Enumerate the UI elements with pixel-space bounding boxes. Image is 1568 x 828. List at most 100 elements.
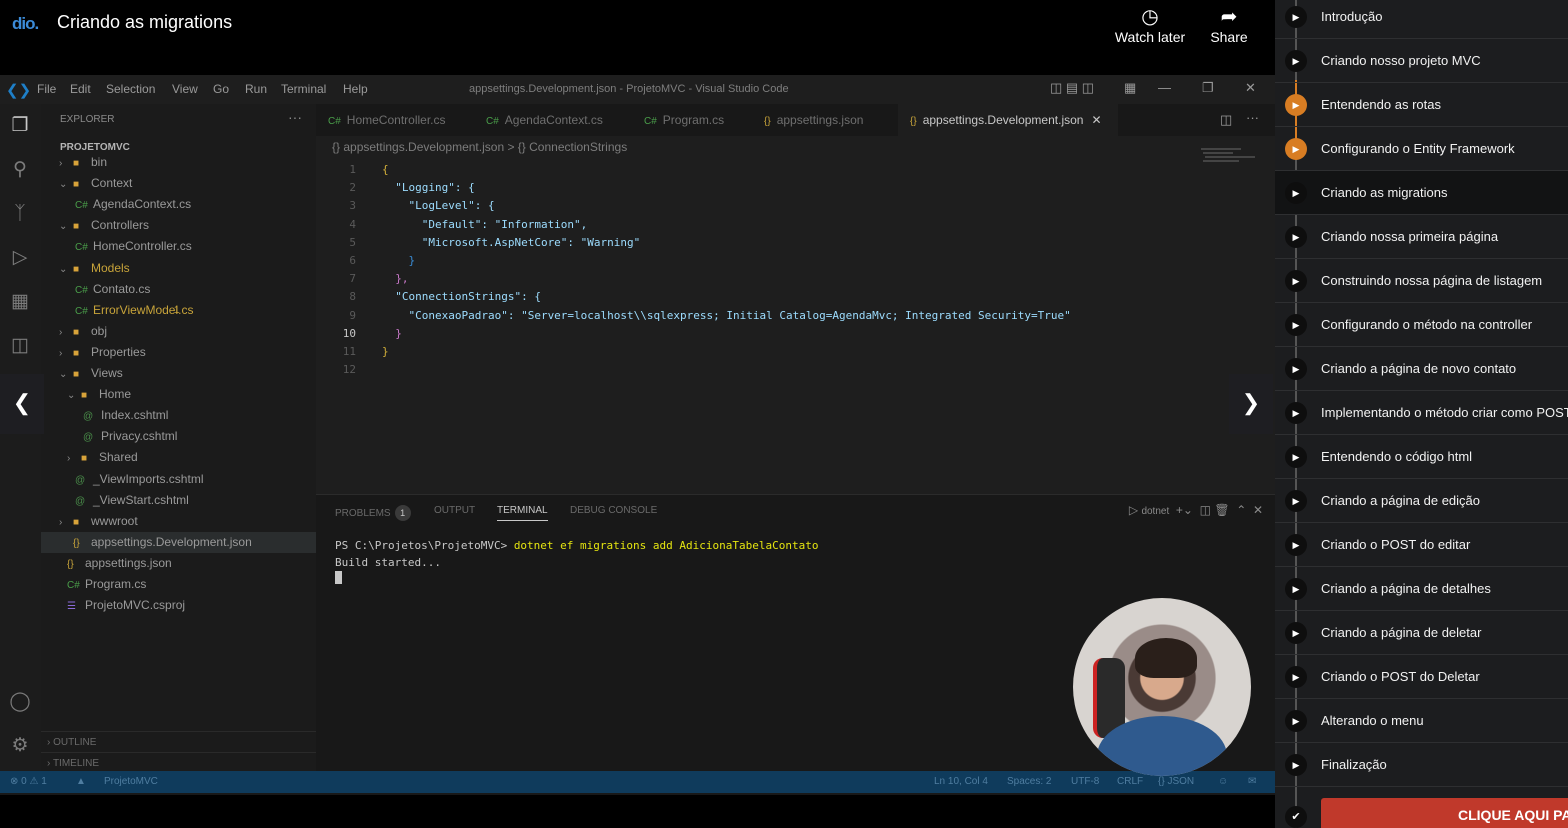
code-text: { — [382, 163, 389, 176]
lesson-item[interactable]: ▶ Entendendo o código html — [1275, 435, 1568, 479]
code-text: } — [382, 326, 402, 340]
tree-item: ⌄ ■ Views — [59, 363, 123, 384]
channel-logo[interactable]: dio. — [12, 14, 39, 34]
code-editor: C# HomeController.cs C# AgendaContext.cs C# P… — [316, 104, 1275, 494]
code-line: 12 — [316, 361, 382, 379]
tree-item-label: AgendaContext.cs — [93, 197, 192, 212]
file-icon: {} — [73, 537, 80, 549]
webcam-overlay — [1073, 598, 1251, 776]
play-icon: ▶ — [1285, 446, 1307, 468]
code-line: 5 "Microsoft.AspNetCore": "Warning" — [316, 234, 640, 252]
activity-bar: ❐ ⚲ ᛉ ▷ ▦ ◫ ◯ ⚙ — [0, 104, 41, 771]
restore-icon: ❐ — [1202, 80, 1214, 95]
lesson-item[interactable]: ▶ Configurando o método na controller — [1275, 303, 1568, 347]
code-text: "Logging": { — [382, 181, 475, 195]
line-number: 6 — [349, 254, 356, 267]
lesson-item[interactable]: ▶ Criando a página de detalhes — [1275, 567, 1568, 611]
folder-icon: ■ — [73, 158, 80, 169]
play-icon: ▶ — [1285, 226, 1307, 248]
lesson-item[interactable]: ▶ Criando o POST do editar — [1275, 523, 1568, 567]
play-icon: ▶ — [1285, 94, 1307, 116]
vscode-logo-icon: ❮❯ — [6, 82, 32, 99]
settings-gear-icon: ⚙ — [11, 735, 29, 756]
chevron-right-icon: › — [59, 347, 63, 359]
tree-item: › ■ Shared — [67, 447, 138, 468]
logo-text: dio. — [12, 14, 39, 33]
lesson-item[interactable]: ▶ Criando a página de novo contato — [1275, 347, 1568, 391]
source-control-icon: ᛉ — [14, 203, 26, 224]
tree-item-label: Program.cs — [85, 577, 147, 591]
lesson-title: Criando a página de deletar — [1321, 625, 1482, 640]
vscode-titlebar: ❮❯ File Edit Selection View Go Run Termi… — [0, 75, 1275, 104]
previous-lesson-button[interactable]: ❮ — [0, 374, 44, 434]
play-icon: ▶ — [1285, 534, 1307, 556]
lesson-item[interactable]: ▶ Criando as migrations — [1275, 171, 1568, 215]
lesson-item[interactable]: ▶ Criando nosso projeto MVC — [1275, 39, 1568, 83]
file-icon: {} — [67, 558, 74, 570]
share-button[interactable]: ➦ Share — [1208, 5, 1250, 45]
play-icon: ▶ — [1285, 666, 1307, 688]
lesson-item[interactable]: ▶ Finalização — [1275, 743, 1568, 787]
menu-file: File — [37, 82, 57, 96]
tree-item-label: Views — [91, 366, 123, 380]
editor-tab-label: appsettings.Development.json — [922, 113, 1084, 127]
lesson-item[interactable]: ▶ Criando a página de deletar — [1275, 611, 1568, 655]
status-eol: CRLF — [1117, 776, 1144, 787]
folder-icon: ■ — [73, 221, 80, 233]
tree-item-label: Properties — [91, 344, 146, 359]
menu-help: Help — [343, 82, 368, 96]
video-title[interactable]: Criando as migrations — [57, 12, 232, 33]
player-page: dio. Criando as migrations ◷ Watch later… — [0, 0, 1568, 828]
webcam-hair — [1135, 638, 1197, 678]
file-icon: {} — [764, 116, 771, 127]
watch-later-button[interactable]: ◷ Watch later — [1114, 5, 1186, 45]
terminal-output: Build started... — [335, 556, 441, 569]
play-icon: ▶ — [1285, 270, 1307, 292]
lesson-item[interactable]: ▶ Configurando o Entity Framework — [1275, 127, 1568, 171]
video-player[interactable]: dio. Criando as migrations ◷ Watch later… — [0, 0, 1275, 828]
share-label: Share — [1210, 29, 1248, 45]
menu-edit: Edit — [70, 82, 91, 96]
menu-run: Run — [245, 82, 268, 96]
cta-button[interactable]: CLIQUE AQUI PA — [1321, 798, 1568, 828]
lesson-title: Introdução — [1321, 9, 1383, 24]
tree-item-label: wwwroot — [91, 513, 138, 528]
lesson-item[interactable]: ▶ Implementando o método criar como POST — [1275, 391, 1568, 435]
play-icon: ▶ — [1285, 182, 1307, 204]
line-number: 3 — [349, 199, 356, 213]
play-icon: ▶ — [1285, 578, 1307, 600]
tree-item-label: obj — [91, 323, 108, 338]
problems-count-badge: 1 — [394, 505, 411, 521]
lesson-item[interactable]: ▶ Alterando o menu — [1275, 699, 1568, 743]
lesson-item[interactable]: ▶ Introdução — [1275, 0, 1568, 39]
tree-item-label: Context — [91, 176, 133, 191]
lesson-item[interactable]: ▶ Criando o POST do Deletar — [1275, 655, 1568, 699]
folder-icon: ■ — [73, 326, 80, 338]
lesson-item[interactable]: ▶ Criando a página de edição — [1275, 479, 1568, 523]
tree-item: @ _ViewStart.cshtml — [75, 490, 189, 511]
tree-item: › ■ Properties — [59, 342, 146, 363]
lesson-item[interactable]: ▶ Criando nossa primeira página — [1275, 215, 1568, 259]
problems-tab-label: PROBLEMS — [335, 508, 391, 519]
status-encoding: UTF-8 — [1071, 776, 1100, 787]
tree-item-label: ProjetoMVC.csproj — [85, 598, 186, 613]
tree-item: ⌄ ■ Models — [59, 258, 130, 279]
next-lesson-button[interactable]: ❯ — [1229, 374, 1273, 434]
play-icon: ▶ — [1285, 50, 1307, 72]
terminal-command: dotnet ef migrations add AdicionaTabelaC… — [513, 539, 819, 552]
tree-item: @ Privacy.cshtml — [83, 426, 177, 447]
tree-item: @ _ViewImports.cshtml — [75, 469, 203, 490]
lesson-item[interactable]: ▶ Construindo nossa página de listagem — [1275, 259, 1568, 303]
lesson-title: Criando a página de edição — [1321, 493, 1481, 508]
menu-go: Go — [213, 82, 230, 96]
tree-item-label: Home — [99, 387, 132, 402]
lesson-item[interactable]: ▶ Entendendo as rotas — [1275, 83, 1568, 127]
file-icon: {} — [910, 116, 917, 127]
tree-item-label: HomeController.cs — [93, 239, 192, 254]
line-number: 10 — [342, 326, 356, 340]
tree-item: ⌄ ■ Controllers — [59, 215, 149, 236]
tree-item: {} appsettings.Development.json — [41, 531, 316, 553]
code-line: 9 "ConexaoPadrao": "Server=localhost\\sq… — [316, 307, 1070, 325]
clock-icon: ◷ — [1141, 6, 1159, 28]
file-icon: C# — [75, 242, 88, 254]
